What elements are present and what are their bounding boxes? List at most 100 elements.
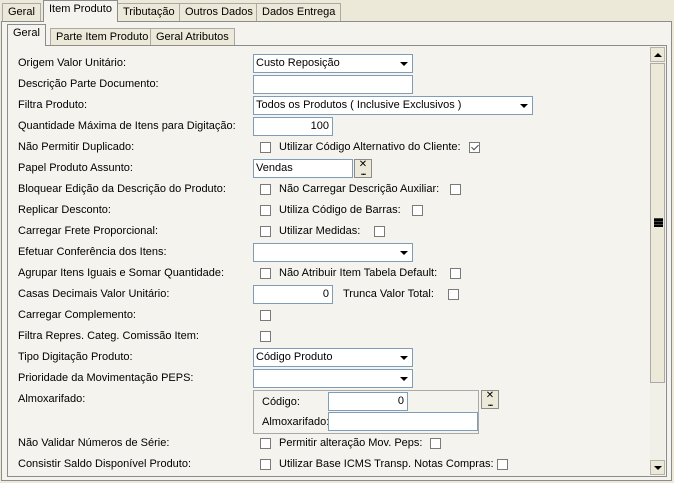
filtra-repres-checkbox[interactable]: [260, 331, 271, 342]
tipo-digitacao-value: Código Produto: [256, 351, 333, 363]
utilizar-base-icms-label: Utilizar Base ICMS Transp. Notas Compras…: [279, 458, 494, 470]
subtab-geral-atributos[interactable]: Geral Atributos: [150, 28, 235, 45]
bloquear-edicao-checkbox[interactable]: [260, 184, 271, 195]
agrupar-itens-label: Agrupar Itens Iguais e Somar Quantidade:: [18, 267, 225, 279]
ellipsis-icon: ...: [360, 167, 367, 177]
chevron-down-icon[interactable]: [396, 370, 412, 387]
row-origem-valor-unitario: Origem Valor Unitário: Custo Reposição: [18, 54, 648, 74]
row-filtra-repres: Filtra Repres. Categ. Comissão Item:: [18, 327, 648, 347]
nao-permitir-duplicado-checkbox[interactable]: [260, 142, 271, 153]
utilizar-medidas-label: Utilizar Medidas:: [279, 225, 361, 237]
nao-atribuir-item-checkbox[interactable]: [450, 268, 461, 279]
trunca-valor-total-checkbox[interactable]: [448, 289, 459, 300]
quantidade-maxima-label: Quantidade Máxima de Itens para Digitaçã…: [18, 120, 236, 132]
tab-item-produto[interactable]: Item Produto: [43, 0, 118, 22]
efetuar-conferencia-select[interactable]: [253, 243, 413, 262]
chevron-down-icon[interactable]: [396, 244, 412, 261]
almoxarifado-label: Almoxarifado:: [18, 393, 86, 405]
carregar-frete-label: Carregar Frete Proporcional:: [18, 225, 159, 237]
row-consistir-saldo: Consistir Saldo Disponível Produto: Util…: [18, 455, 648, 475]
subtab-parte-item-produto[interactable]: Parte Item Produto: [50, 28, 155, 45]
bloquear-edicao-label: Bloquear Edição da Descrição do Produto:: [18, 183, 226, 195]
subtab-geral[interactable]: Geral: [7, 24, 46, 46]
quantidade-maxima-input[interactable]: 100: [253, 117, 333, 136]
efetuar-conferencia-label: Efetuar Conferência dos Itens:: [18, 246, 167, 258]
trunca-valor-total-label: Trunca Valor Total:: [343, 288, 434, 300]
almoxarifado-nome-label: Almoxarifado:: [262, 416, 330, 428]
grip-icon: ▬ ▬ ▬: [654, 213, 663, 229]
geral-form-panel: Origem Valor Unitário: Custo Reposição D…: [7, 45, 667, 477]
utilizar-base-icms-checkbox[interactable]: [497, 459, 508, 470]
almoxarifado-lookup-button[interactable]: ✕ ...: [481, 390, 499, 409]
main-tab-bar: Geral Item Produto Tributação Outros Dad…: [0, 0, 674, 22]
papel-produto-assunto-lookup-button[interactable]: ✕ ...: [354, 159, 372, 178]
row-tipo-digitacao: Tipo Digitação Produto: Código Produto: [18, 348, 648, 368]
nao-carregar-descricao-label: Não Carregar Descrição Auxiliar:: [279, 183, 440, 195]
consistir-saldo-label: Consistir Saldo Disponível Produto:: [18, 458, 192, 470]
filtra-repres-label: Filtra Repres. Categ. Comissão Item:: [18, 330, 199, 342]
descricao-parte-documento-label: Descrição Parte Documento:: [18, 78, 159, 90]
permitir-alteracao-peps-label: Permitir alteração Mov. Peps:: [279, 437, 423, 449]
almoxarifado-group: Código: 0 Almoxarifado:: [253, 390, 479, 434]
origem-valor-unitario-value: Custo Reposição: [256, 57, 340, 69]
tab-outros-dados[interactable]: Outros Dados: [179, 3, 259, 21]
row-descricao-parte-documento: Descrição Parte Documento:: [18, 75, 648, 95]
nao-carregar-descricao-checkbox[interactable]: [450, 184, 461, 195]
prioridade-peps-select[interactable]: [253, 369, 413, 388]
nao-validar-serie-checkbox[interactable]: [260, 438, 271, 449]
almoxarifado-nome-input[interactable]: [328, 412, 478, 431]
tab-dados-entrega[interactable]: Dados Entrega: [256, 3, 342, 21]
utiliza-codigo-barras-checkbox[interactable]: [412, 205, 423, 216]
item-produto-panel: Geral Parte Item Produto Geral Atributos…: [1, 21, 672, 481]
tab-geral[interactable]: Geral: [2, 3, 41, 21]
utilizar-codigo-alternativo-label: Utilizar Código Alternativo do Cliente:: [279, 141, 461, 153]
prioridade-peps-label: Prioridade da Movimentação PEPS:: [18, 372, 194, 384]
utiliza-codigo-barras-label: Utiliza Código de Barras:: [279, 204, 401, 216]
row-casas-decimais: Casas Decimais Valor Unitário: 0 Trunca …: [18, 285, 648, 305]
row-quantidade-maxima: Quantidade Máxima de Itens para Digitaçã…: [18, 117, 648, 137]
replicar-desconto-label: Replicar Desconto:: [18, 204, 111, 216]
row-carregar-complemento: Carregar Complemento:: [18, 306, 648, 326]
casas-decimais-label: Casas Decimais Valor Unitário:: [18, 288, 170, 300]
row-nao-permitir-duplicado: Não Permitir Duplicado: Utilizar Código …: [18, 138, 648, 158]
row-efetuar-conferencia: Efetuar Conferência dos Itens:: [18, 243, 648, 263]
scroll-up-icon[interactable]: [650, 47, 665, 62]
chevron-down-icon[interactable]: [396, 349, 412, 366]
utilizar-medidas-checkbox[interactable]: [374, 226, 385, 237]
agrupar-itens-checkbox[interactable]: [260, 268, 271, 279]
filtra-produto-value: Todos os Produtos ( Inclusive Exclusivos…: [256, 99, 462, 111]
tipo-digitacao-select[interactable]: Código Produto: [253, 348, 413, 367]
utilizar-codigo-alternativo-checkbox[interactable]: [469, 142, 480, 153]
nao-atribuir-item-label: Não Atribuir Item Tabela Default:: [279, 267, 438, 279]
scroll-thumb[interactable]: ▬ ▬ ▬: [650, 63, 665, 383]
scroll-down-icon[interactable]: [650, 460, 665, 475]
vertical-scrollbar[interactable]: ▬ ▬ ▬: [650, 47, 665, 475]
filtra-produto-select[interactable]: Todos os Produtos ( Inclusive Exclusivos…: [253, 96, 533, 115]
origem-valor-unitario-label: Origem Valor Unitário:: [18, 57, 126, 69]
consistir-saldo-checkbox[interactable]: [260, 459, 271, 470]
row-carregar-frete: Carregar Frete Proporcional: Utilizar Me…: [18, 222, 648, 242]
descricao-parte-documento-input[interactable]: [253, 75, 413, 94]
almoxarifado-codigo-input[interactable]: 0: [328, 392, 408, 411]
row-almoxarifado: Almoxarifado: Código: 0 Almoxarifado: ✕ …: [18, 390, 648, 436]
carregar-frete-checkbox[interactable]: [260, 226, 271, 237]
almoxarifado-codigo-label: Código:: [262, 396, 300, 408]
nao-permitir-duplicado-label: Não Permitir Duplicado:: [18, 141, 135, 153]
filtra-produto-label: Filtra Produto:: [18, 99, 88, 111]
nao-validar-serie-label: Não Validar Números de Série:: [18, 437, 170, 449]
tab-tributacao[interactable]: Tributação: [117, 3, 181, 21]
permitir-alteracao-peps-checkbox[interactable]: [430, 438, 441, 449]
carregar-complemento-label: Carregar Complemento:: [18, 309, 136, 321]
row-papel-produto-assunto: Papel Produto Assunto: Vendas ✕ ...: [18, 159, 648, 179]
chevron-down-icon[interactable]: [396, 55, 412, 72]
origem-valor-unitario-select[interactable]: Custo Reposição: [253, 54, 413, 73]
ellipsis-icon: ...: [487, 398, 494, 408]
papel-produto-assunto-label: Papel Produto Assunto:: [18, 162, 133, 174]
row-bloquear-edicao: Bloquear Edição da Descrição do Produto:…: [18, 180, 648, 200]
replicar-desconto-checkbox[interactable]: [260, 205, 271, 216]
carregar-complemento-checkbox[interactable]: [260, 310, 271, 321]
casas-decimais-input[interactable]: 0: [253, 285, 333, 304]
row-replicar-desconto: Replicar Desconto: Utiliza Código de Bar…: [18, 201, 648, 221]
papel-produto-assunto-input[interactable]: Vendas: [253, 159, 353, 178]
chevron-down-icon[interactable]: [516, 97, 532, 114]
